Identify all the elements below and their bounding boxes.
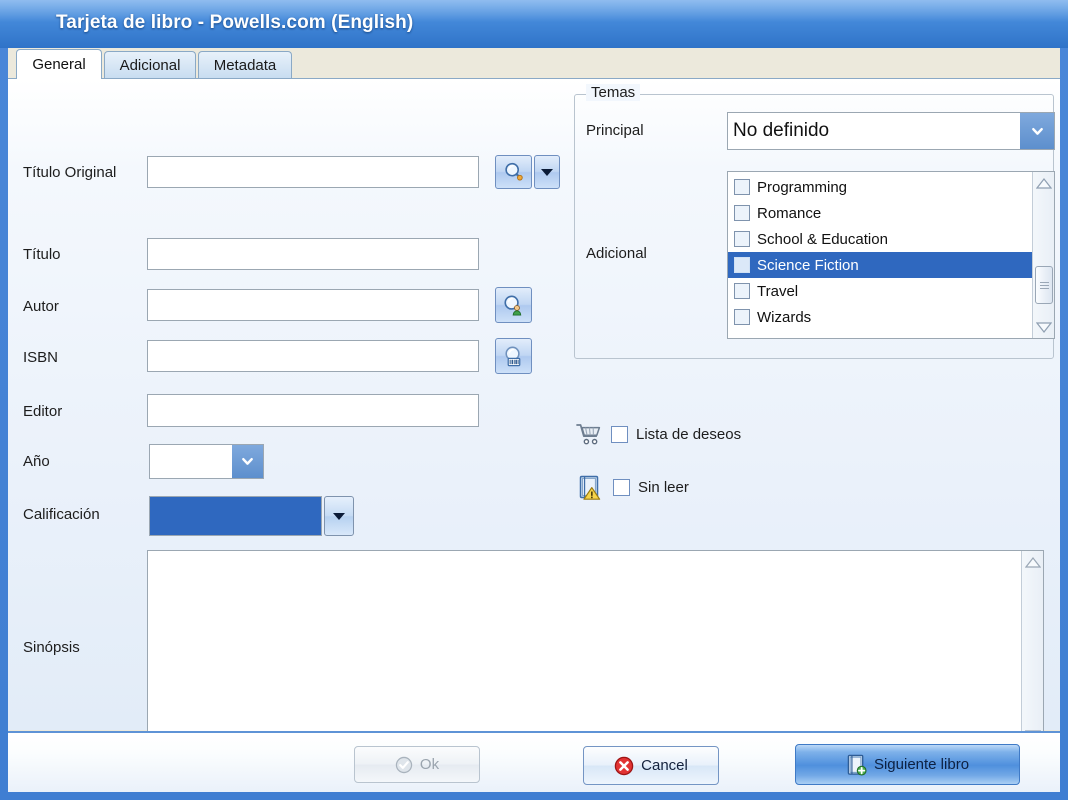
label-titulo-original: Título Original: [23, 164, 117, 181]
list-item-label: Science Fiction: [757, 256, 859, 274]
triangle-down-icon: [1036, 321, 1052, 333]
search-icon: [504, 162, 523, 181]
sinopsis-textarea[interactable]: [148, 551, 1021, 746]
anio-combobox[interactable]: [149, 444, 264, 479]
anio-dropdown-button[interactable]: [232, 445, 263, 478]
calificacion-dropdown-button[interactable]: [324, 496, 354, 536]
cancel-button-label: Cancel: [641, 757, 688, 774]
search-icon-button[interactable]: [495, 155, 532, 189]
list-item[interactable]: Travel: [728, 278, 1032, 304]
label-editor: Editor: [23, 403, 63, 420]
editor-input[interactable]: [147, 394, 479, 427]
anio-value: [150, 445, 232, 478]
search-isbn-button[interactable]: [495, 338, 532, 374]
scroll-down-icon[interactable]: [1033, 317, 1054, 337]
list-item-label: Travel: [757, 282, 799, 300]
label-titulo: Título: [23, 246, 61, 263]
next-book-button[interactable]: Siguiente libro: [795, 744, 1020, 785]
checkbox-icon[interactable]: [734, 257, 750, 273]
sinopsis-scrollbar[interactable]: [1021, 551, 1043, 746]
tab-adicional-label: Adicional: [119, 57, 181, 74]
list-item[interactable]: Wizards: [728, 304, 1032, 330]
client-area: General Adicional Metadata Título Origin…: [8, 48, 1060, 792]
scroll-up-icon[interactable]: [1022, 552, 1043, 572]
dialog-footer: Ok Cancel Siguiente libro: [8, 731, 1060, 792]
checkbox-icon[interactable]: [734, 283, 750, 299]
label-sinopsis: Sinópsis: [23, 639, 80, 656]
isbn-input[interactable]: [147, 340, 479, 372]
tab-metadata[interactable]: Metadata: [198, 51, 292, 79]
scroll-up-icon[interactable]: [1033, 173, 1054, 193]
label-principal: Principal: [586, 122, 644, 139]
principal-combobox[interactable]: No definido: [727, 112, 1055, 150]
unread-row[interactable]: Sin leer: [578, 475, 689, 500]
wishlist-row[interactable]: Lista de deseos: [576, 422, 741, 446]
triangle-up-icon: [1036, 177, 1052, 189]
list-item[interactable]: School & Education: [728, 226, 1032, 252]
principal-dropdown-button[interactable]: [1020, 113, 1054, 149]
principal-value: No definido: [733, 120, 830, 141]
temas-list-items: Programming Romance School & Education S…: [728, 172, 1032, 338]
wishlist-checkbox[interactable]: [611, 425, 628, 443]
tab-metadata-label: Metadata: [213, 57, 277, 74]
scrollbar-thumb[interactable]: [1035, 266, 1053, 304]
temas-groupbox: Temas Principal No definido Adicional Pr…: [574, 84, 1055, 359]
ok-button[interactable]: Ok: [354, 746, 480, 783]
label-calificacion: Calificación: [23, 506, 100, 523]
list-item-selected[interactable]: Science Fiction: [728, 252, 1032, 278]
book-add-icon: [846, 754, 867, 776]
chevron-down-icon: [333, 512, 345, 520]
calificacion-combobox[interactable]: [149, 496, 354, 536]
temas-scrollbar[interactable]: [1032, 172, 1054, 338]
label-adicional: Adicional: [586, 245, 647, 262]
shopping-cart-icon: [576, 424, 601, 445]
chevron-down-icon: [242, 457, 253, 465]
unread-checkbox[interactable]: [613, 479, 630, 496]
wishlist-label: Lista de deseos: [636, 425, 742, 443]
error-circle-icon: [614, 756, 634, 776]
tab-page-general: Título Original Título Autor ISBN Editor…: [8, 78, 1060, 747]
label-autor: Autor: [23, 298, 59, 315]
ok-button-label: Ok: [419, 756, 440, 773]
autor-input[interactable]: [147, 289, 479, 321]
checkbox-icon[interactable]: [734, 205, 750, 221]
list-item-label: Romance: [757, 204, 822, 222]
search-person-icon: [504, 294, 522, 316]
scrollbar-grip-icon: [1039, 280, 1049, 291]
title-bar: Tarjeta de libro - Powells.com (English): [0, 0, 1068, 48]
label-isbn: ISBN: [23, 349, 59, 366]
label-anio: Año: [23, 453, 50, 470]
tab-adicional[interactable]: Adicional: [104, 51, 196, 79]
list-item-label: Wizards: [757, 308, 812, 326]
triangle-up-icon: [1025, 556, 1041, 568]
search-barcode-icon: [505, 346, 521, 366]
search-dropdown-button[interactable]: [534, 155, 560, 189]
titulo-original-input[interactable]: [147, 156, 479, 188]
book-warning-icon: [579, 475, 601, 500]
cancel-button[interactable]: Cancel: [583, 746, 719, 785]
dialog-window: Tarjeta de libro - Powells.com (English)…: [0, 0, 1068, 800]
temas-legend: Temas: [586, 84, 641, 101]
chevron-down-icon: [1031, 127, 1043, 135]
checkbox-icon[interactable]: [734, 231, 750, 247]
window-title: Tarjeta de libro - Powells.com (English): [56, 12, 414, 33]
list-item[interactable]: Programming: [728, 174, 1032, 200]
search-author-button[interactable]: [495, 287, 532, 323]
checkbox-icon[interactable]: [734, 179, 750, 195]
tab-general-label: General: [32, 56, 86, 73]
tab-strip: General Adicional Metadata: [8, 48, 1060, 79]
next-book-button-label: Siguiente libro: [873, 756, 970, 773]
list-item[interactable]: Romance: [728, 200, 1032, 226]
sinopsis-wrapper: [147, 550, 1044, 747]
check-circle-icon: [395, 756, 413, 774]
titulo-input[interactable]: [147, 238, 479, 270]
list-item-label: School & Education: [757, 230, 888, 248]
unread-label: Sin leer: [638, 479, 689, 496]
checkbox-icon[interactable]: [734, 309, 750, 325]
calificacion-value: [149, 496, 322, 536]
chevron-down-icon: [541, 168, 553, 176]
tab-general[interactable]: General: [16, 49, 102, 79]
temas-listbox[interactable]: Programming Romance School & Education S…: [727, 171, 1055, 339]
list-item-label: Programming: [757, 178, 848, 196]
